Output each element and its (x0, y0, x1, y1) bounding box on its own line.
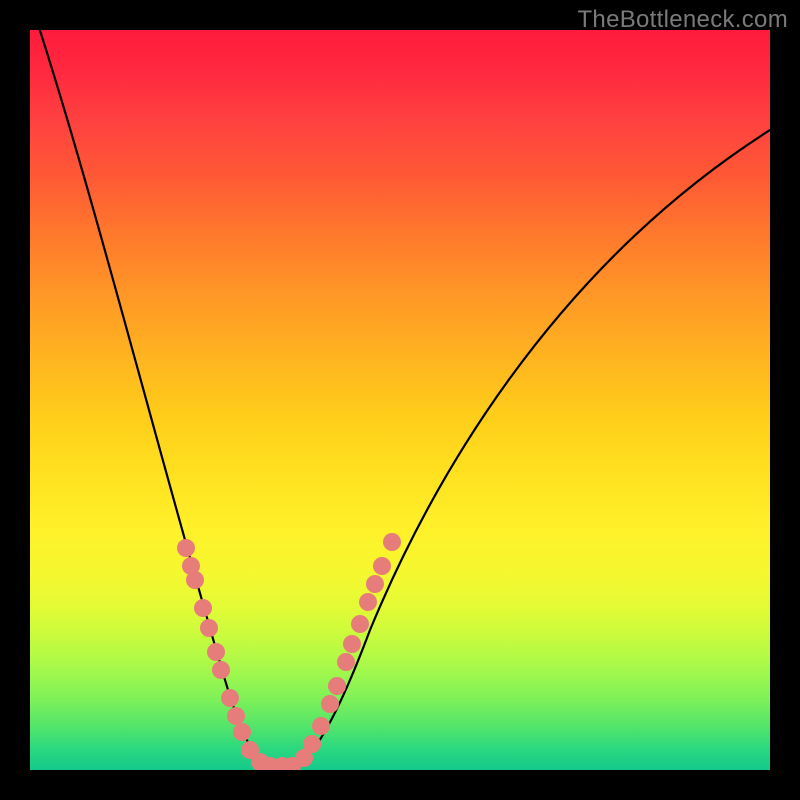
plot-area (30, 30, 770, 770)
data-point (351, 615, 369, 633)
curve-layer (30, 30, 770, 770)
data-point (227, 707, 245, 725)
data-point (343, 635, 361, 653)
data-point (328, 677, 346, 695)
data-point (186, 571, 204, 589)
data-point (200, 619, 218, 637)
data-point (359, 593, 377, 611)
dot-group (177, 533, 401, 770)
bottleneck-curve (30, 30, 770, 766)
data-point (312, 717, 330, 735)
data-point (177, 539, 195, 557)
chart-frame: TheBottleneck.com (0, 0, 800, 800)
data-point (366, 575, 384, 593)
data-point (207, 643, 225, 661)
data-point (221, 689, 239, 707)
data-point (373, 557, 391, 575)
data-point (233, 723, 251, 741)
data-point (321, 695, 339, 713)
data-point (337, 653, 355, 671)
data-point (194, 599, 212, 617)
data-point (383, 533, 401, 551)
watermark-text: TheBottleneck.com (577, 6, 788, 34)
data-point (212, 661, 230, 679)
data-point (303, 735, 321, 753)
